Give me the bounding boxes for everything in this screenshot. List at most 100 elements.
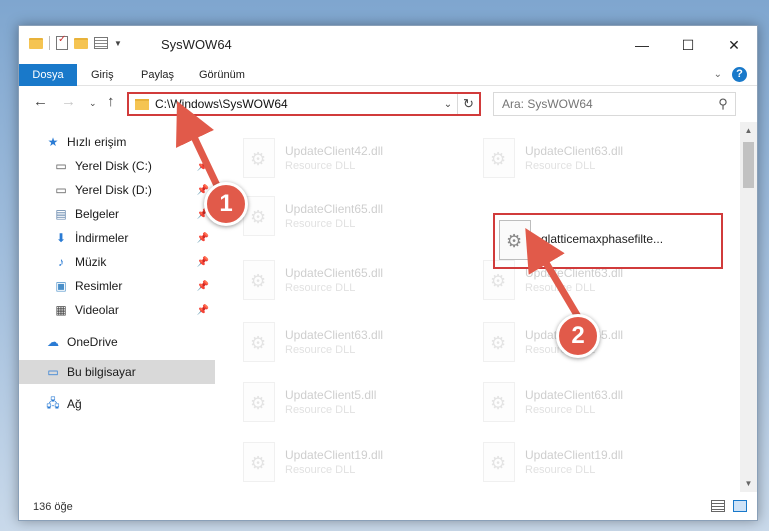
pin-icon[interactable]: 📌 [197, 305, 209, 316]
customize-toolbar-dropdown-icon[interactable]: ▼ [114, 39, 122, 48]
file-item[interactable]: UpdateClient5.dll Resource DLL [243, 374, 463, 430]
tab-file[interactable]: Dosya [19, 64, 77, 86]
nav-item-drive-c[interactable]: ▭ Yerel Disk (C:) 📌 [19, 154, 215, 178]
address-dropdown-icon[interactable]: ⌄ [439, 99, 457, 110]
nav-item-label: Müzik [75, 255, 107, 269]
videos-icon: ▦ [55, 303, 67, 317]
view-icon[interactable] [94, 37, 108, 49]
close-button[interactable]: ✕ [711, 26, 757, 64]
file-type: Resource DLL [285, 344, 356, 356]
nav-item-drive-d[interactable]: ▭ Yerel Disk (D:) 📌 [19, 178, 215, 202]
scroll-up-icon[interactable]: ▲ [740, 122, 757, 139]
file-type: Resource DLL [285, 404, 356, 416]
dll-file-icon [483, 382, 515, 422]
file-item[interactable]: UpdateClient65.dll Resource DLL [243, 188, 463, 244]
nav-item-videos[interactable]: ▦ Videolar 📌 [19, 298, 215, 322]
star-icon: ★ [47, 135, 59, 149]
computer-icon: ▭ [47, 365, 59, 379]
address-bar[interactable]: C:\Windows\SysWOW64 ⌄ ↻ [127, 92, 481, 116]
item-count: 136 öğe [33, 501, 73, 513]
nav-item-music[interactable]: ♪ Müzik 📌 [19, 250, 215, 274]
nav-item-quick-access[interactable]: ★ Hızlı erişim [19, 130, 215, 154]
network-icon: 🖧 [46, 395, 60, 410]
dll-file-icon [243, 260, 275, 300]
nav-item-this-pc[interactable]: ▭ Bu bilgisayar [19, 360, 215, 384]
file-name: UpdateClient19.dll [525, 448, 624, 462]
search-box[interactable]: ⚲ [493, 92, 736, 116]
nav-item-pictures[interactable]: ▣ Resimler 📌 [19, 274, 215, 298]
up-arrow-icon[interactable]: ↑ [107, 93, 115, 110]
pin-icon[interactable]: 📌 [197, 257, 209, 268]
file-name: UpdateClient63.dll [285, 328, 384, 342]
back-arrow-icon[interactable]: ← [33, 93, 48, 110]
file-name: UpdateClient65.dll [285, 266, 384, 280]
scroll-down-icon[interactable]: ▼ [740, 475, 757, 492]
nav-item-label: Bu bilgisayar [67, 365, 136, 379]
dll-file-icon [243, 322, 275, 362]
pin-icon[interactable]: 📌 [197, 281, 209, 292]
help-icon[interactable]: ? [732, 67, 747, 82]
maximize-button[interactable]: ☐ [665, 26, 711, 64]
pin-icon[interactable]: 📌 [197, 161, 209, 172]
new-folder-icon[interactable] [74, 37, 88, 49]
file-name: UpdateClient42.dll [285, 144, 384, 158]
file-name: UpdateClient19.dll [285, 448, 384, 462]
file-item[interactable]: UpdateClient65.dll Resource DLL [243, 252, 463, 308]
file-type: Resource DLL [285, 464, 356, 476]
nav-item-label: Ağ [67, 397, 82, 411]
nav-item-label: Videolar [75, 303, 119, 317]
file-type: Resource DLL [525, 160, 596, 172]
nav-item-downloads[interactable]: ⬇ İndirmeler 📌 [19, 226, 215, 250]
file-item[interactable]: UpdateClient63.dll Resource DLL [483, 130, 703, 186]
tab-home[interactable]: Giriş [81, 64, 124, 86]
title-bar: ▼ SysWOW64 — ☐ ✕ [19, 26, 757, 64]
minimize-button[interactable]: — [619, 26, 665, 64]
details-view-icon[interactable] [711, 500, 725, 512]
recent-locations-icon[interactable]: ⌄ [89, 98, 97, 109]
cloud-icon: ☁ [47, 335, 59, 349]
forward-arrow-icon[interactable]: → [61, 93, 76, 110]
nav-item-onedrive[interactable]: ☁ OneDrive [19, 330, 215, 354]
step-2-badge: 2 [556, 314, 600, 358]
vertical-scrollbar[interactable]: ▲ ▼ [740, 122, 757, 492]
refresh-icon[interactable]: ↻ [457, 94, 479, 114]
expand-ribbon-icon[interactable]: ⌄ [714, 69, 722, 80]
file-item[interactable]: UpdateClient42.dll Resource DLL [243, 130, 463, 186]
music-icon: ♪ [58, 255, 64, 269]
dll-file-icon [243, 138, 275, 178]
file-item[interactable]: UpdateClient63.dll Resource DLL [243, 314, 463, 370]
file-item[interactable]: UpdateClient19.dll Resource DLL [483, 434, 703, 490]
separator [49, 36, 50, 50]
nav-item-label: Yerel Disk (C:) [75, 159, 152, 173]
search-icon[interactable]: ⚲ [711, 96, 735, 112]
file-item[interactable]: UpdateClient63.dll Resource DLL [483, 374, 703, 430]
step-1-badge: 1 [204, 182, 248, 226]
tab-share[interactable]: Paylaş [131, 64, 184, 86]
navigation-pane: ★ Hızlı erişim ▭ Yerel Disk (C:) 📌 ▭ Yer… [19, 122, 215, 492]
file-name: UpdateClient65.dll [285, 202, 384, 216]
tab-view[interactable]: Görünüm [189, 64, 255, 86]
large-icons-view-icon[interactable] [733, 500, 747, 512]
drive-icon: ▭ [55, 183, 67, 197]
address-path[interactable]: C:\Windows\SysWOW64 [155, 97, 439, 111]
file-item[interactable]: UpdateClient19.dll Resource DLL [243, 434, 463, 490]
pin-icon[interactable]: 📌 [197, 233, 209, 244]
nav-item-label: Yerel Disk (D:) [75, 183, 152, 197]
documents-icon: ▤ [55, 207, 67, 221]
dll-file-icon [243, 382, 275, 422]
folder-icon [29, 37, 43, 49]
nav-item-label: Hızlı erişim [67, 135, 127, 149]
dll-file-icon [483, 138, 515, 178]
properties-icon[interactable] [56, 34, 68, 50]
scroll-thumb[interactable] [743, 142, 754, 188]
nav-item-label: Resimler [75, 279, 123, 293]
dll-file-icon [483, 442, 515, 482]
nav-item-network[interactable]: 🖧 Ağ [19, 392, 215, 416]
folder-icon [135, 98, 149, 110]
quick-access-toolbar: ▼ [29, 34, 122, 50]
file-name: UpdateClient5.dll [285, 388, 377, 402]
file-type: Resource DLL [285, 218, 356, 230]
search-input[interactable] [494, 97, 711, 111]
nav-item-documents[interactable]: ▤ Belgeler 📌 [19, 202, 215, 226]
file-type: Resource DLL [285, 282, 356, 294]
